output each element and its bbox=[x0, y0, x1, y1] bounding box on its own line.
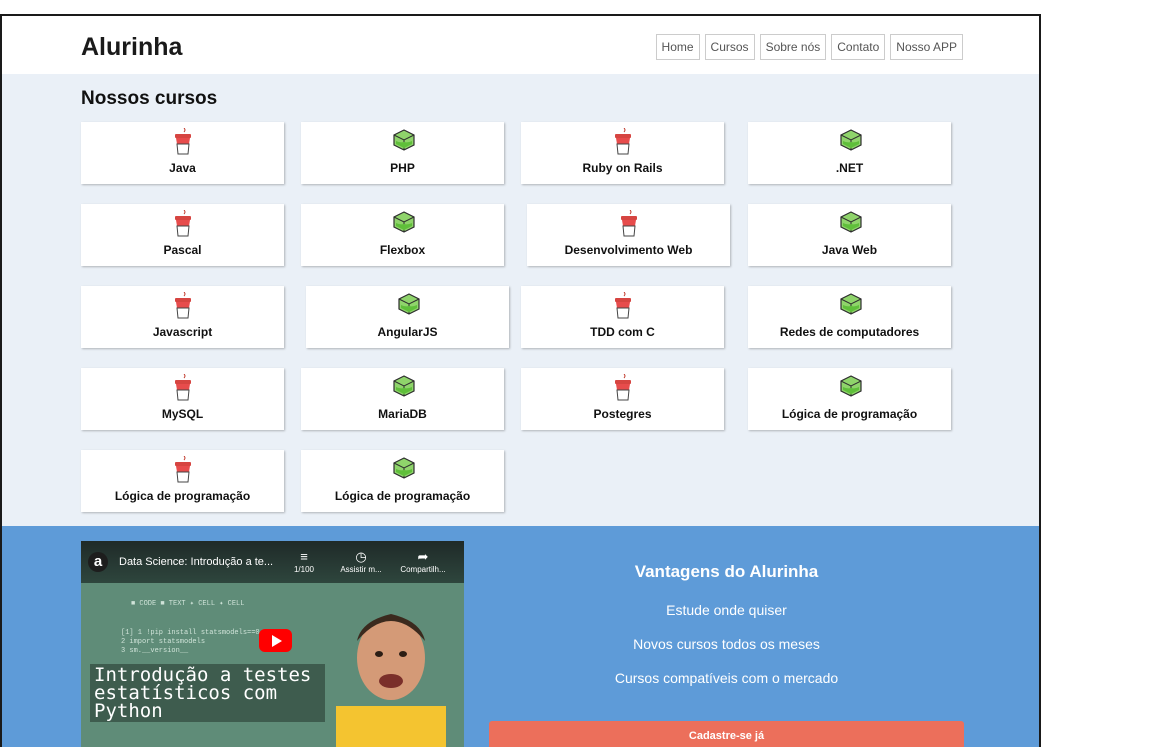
perk-item: Cursos compatíveis com o mercado bbox=[614, 670, 839, 686]
course-card[interactable]: .NET bbox=[748, 122, 951, 184]
nav-cursos[interactable]: Cursos bbox=[704, 34, 755, 60]
course-card[interactable]: Flexbox bbox=[301, 204, 504, 266]
course-label: AngularJS bbox=[377, 325, 438, 339]
course-label: MariaDB bbox=[378, 407, 427, 421]
course-label: MySQL bbox=[161, 407, 204, 421]
course-label: Java bbox=[169, 161, 196, 175]
cup-icon bbox=[172, 127, 194, 156]
code-line: 2 import statsmodels bbox=[121, 638, 206, 646]
playlist-icon: ≡ bbox=[300, 549, 308, 564]
course-label: Java Web bbox=[821, 243, 878, 257]
perk-item: Novos cursos todos os meses bbox=[633, 636, 820, 652]
course-card[interactable]: Javascript bbox=[81, 286, 284, 348]
page-frame: Alurinha Home Cursos Sobre nós Contato N… bbox=[0, 14, 1041, 747]
course-card[interactable]: Ruby on Rails bbox=[521, 122, 724, 184]
course-card[interactable]: Pascal bbox=[81, 204, 284, 266]
perks-title: Vantagens do Alurinha bbox=[634, 562, 819, 581]
perks-section: ■ CODE ■ TEXT ✦ CELL ✦ CELL [1] 1 !pip i… bbox=[2, 526, 1039, 747]
course-card[interactable]: Java bbox=[81, 122, 284, 184]
cup-icon bbox=[612, 373, 634, 402]
courses-section: Nossos cursos Java PHP Ruby on Rails .NET Pa… bbox=[2, 74, 1039, 526]
course-label: Lógica de programação bbox=[114, 489, 251, 503]
course-card[interactable]: Postegres bbox=[521, 368, 724, 430]
course-label: Ruby on Rails bbox=[582, 161, 663, 175]
nav-sobre[interactable]: Sobre nós bbox=[759, 34, 827, 60]
course-label: Redes de computadores bbox=[779, 325, 920, 339]
course-card[interactable]: Desenvolvimento Web bbox=[527, 204, 730, 266]
cube-icon bbox=[392, 456, 415, 484]
cube-icon bbox=[839, 374, 862, 402]
course-label: TDD com C bbox=[590, 325, 655, 339]
perk-item: Estude onde quiser bbox=[666, 602, 787, 618]
video-player[interactable]: ■ CODE ■ TEXT ✦ CELL ✦ CELL [1] 1 !pip i… bbox=[81, 541, 464, 747]
cube-icon bbox=[839, 128, 862, 156]
nav-contato[interactable]: Contato bbox=[831, 34, 886, 60]
cube-icon bbox=[839, 210, 862, 238]
course-card[interactable]: Lógica de programação bbox=[748, 368, 951, 430]
course-card[interactable]: MySQL bbox=[81, 368, 284, 430]
course-card[interactable]: Java Web bbox=[748, 204, 951, 266]
course-card[interactable]: Lógica de programação bbox=[81, 450, 284, 512]
cup-icon bbox=[612, 127, 634, 156]
course-label: .NET bbox=[835, 161, 864, 175]
course-label: Lógica de programação bbox=[781, 407, 918, 421]
course-label: PHP bbox=[390, 161, 415, 175]
cup-icon bbox=[172, 455, 194, 484]
playlist-control[interactable]: ≡ 1/100 bbox=[279, 549, 329, 574]
cube-icon bbox=[392, 128, 415, 156]
cube-icon bbox=[397, 292, 420, 320]
play-button[interactable] bbox=[259, 629, 292, 652]
course-card[interactable]: AngularJS bbox=[306, 286, 509, 348]
main-nav: Home Cursos Sobre nós Contato Nosso APP bbox=[655, 34, 963, 60]
code-line: 3 sm.__version__ bbox=[121, 647, 189, 655]
clock-icon: ◷ bbox=[355, 549, 367, 564]
share-icon: ➦ bbox=[417, 549, 429, 564]
course-card[interactable]: MariaDB bbox=[301, 368, 504, 430]
playlist-count: 1/100 bbox=[293, 565, 315, 574]
course-label: Pascal bbox=[163, 243, 202, 257]
channel-avatar[interactable]: a bbox=[88, 552, 108, 572]
logo[interactable]: Alurinha bbox=[81, 33, 182, 62]
course-card[interactable]: PHP bbox=[301, 122, 504, 184]
course-label: Lógica de programação bbox=[334, 489, 471, 503]
nav-app[interactable]: Nosso APP bbox=[890, 34, 963, 60]
course-card[interactable]: TDD com C bbox=[521, 286, 724, 348]
site-header: Alurinha Home Cursos Sobre nós Contato N… bbox=[2, 16, 1039, 74]
cup-icon bbox=[172, 373, 194, 402]
code-line: [1] 1 !pip install statsmodels==0.9.0 bbox=[121, 629, 277, 637]
course-label: Javascript bbox=[152, 325, 213, 339]
cup-icon bbox=[618, 209, 640, 238]
course-card[interactable]: Lógica de programação bbox=[301, 450, 504, 512]
nav-home[interactable]: Home bbox=[655, 34, 700, 60]
watch-later-control[interactable]: ◷ Assistir m... bbox=[336, 549, 386, 574]
cube-icon bbox=[392, 210, 415, 238]
cube-icon bbox=[839, 292, 862, 320]
course-label: Desenvolvimento Web bbox=[564, 243, 693, 257]
code-line: ■ CODE ■ TEXT ✦ CELL ✦ CELL bbox=[131, 600, 245, 608]
presenter-image bbox=[336, 614, 446, 747]
share-label: Compartilh... bbox=[400, 565, 446, 574]
video-overlay-text: Introdução a testes estatísticos com Pyt… bbox=[90, 664, 325, 722]
cup-icon bbox=[612, 291, 634, 320]
cup-icon bbox=[172, 209, 194, 238]
course-label: Postegres bbox=[593, 407, 652, 421]
course-card[interactable]: Redes de computadores bbox=[748, 286, 951, 348]
signup-button[interactable]: Cadastre-se já bbox=[489, 721, 964, 747]
section-title: Nossos cursos bbox=[81, 88, 218, 109]
cup-icon bbox=[172, 291, 194, 320]
video-title[interactable]: Data Science: Introdução a te... bbox=[119, 556, 273, 568]
course-label: Flexbox bbox=[379, 243, 426, 257]
cube-icon bbox=[392, 374, 415, 402]
share-control[interactable]: ➦ Compartilh... bbox=[398, 549, 448, 574]
watch-later-label: Assistir m... bbox=[340, 565, 382, 574]
